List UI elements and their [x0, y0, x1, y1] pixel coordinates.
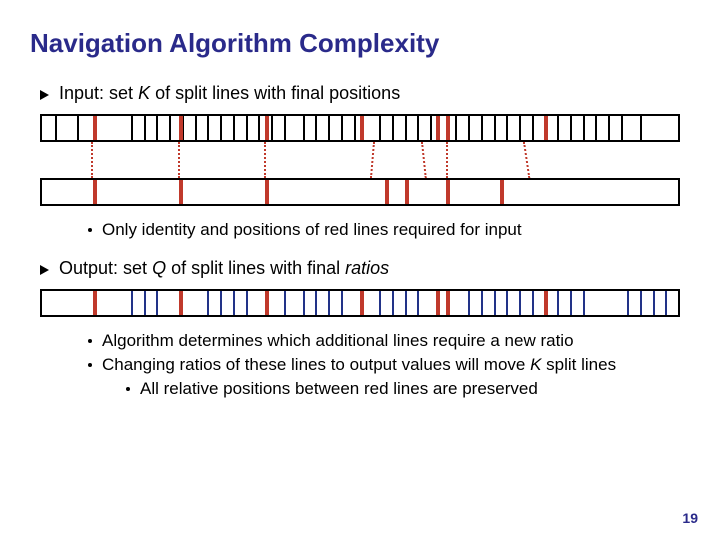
bullet-input-text: Input: set K of split lines with final p… [59, 83, 400, 104]
var-q: Q [152, 258, 166, 278]
tick-blue [557, 291, 559, 315]
tick-blue [379, 291, 381, 315]
var-k: K [530, 355, 541, 374]
connector-line [91, 142, 93, 178]
tick-blue [284, 291, 286, 315]
tick-red [405, 180, 409, 204]
tick-blue [207, 291, 209, 315]
tick-red [446, 180, 450, 204]
tick-blue [494, 291, 496, 315]
tick-blue [405, 291, 407, 315]
tick-blue [328, 291, 330, 315]
slide-title: Navigation Algorithm Complexity [30, 28, 690, 59]
tick-red [360, 291, 364, 315]
diagram-input [40, 114, 680, 206]
tick-red [385, 180, 389, 204]
bullet-output-sub2: Changing ratios of these lines to output… [88, 355, 690, 375]
bullet-input-sub: Only identity and positions of red lines… [88, 220, 690, 240]
tick-blue [640, 291, 642, 315]
connector-line [370, 142, 375, 178]
dot-bullet-icon [126, 387, 130, 391]
bullet-output: Output: set Q of split lines with final … [40, 258, 690, 279]
bullet-input: Input: set K of split lines with final p… [40, 83, 690, 104]
text: All relative positions between red lines… [140, 379, 538, 399]
tick-blue [519, 291, 521, 315]
text: Changing ratios of these lines to output… [102, 355, 530, 374]
tick-blue [665, 291, 667, 315]
tick-blue [653, 291, 655, 315]
tick-blue [131, 291, 133, 315]
tick-red [265, 180, 269, 204]
connector-line [264, 142, 266, 178]
text: Output: set [59, 258, 152, 278]
tick-blue [481, 291, 483, 315]
text: Only identity and positions of red lines… [102, 220, 522, 240]
tick-blue [246, 291, 248, 315]
tick-red [500, 180, 504, 204]
connector-layer [40, 114, 680, 178]
connector-line [421, 142, 427, 178]
tick-red [436, 291, 440, 315]
page-number: 19 [682, 510, 698, 526]
text: Input: set [59, 83, 138, 103]
connector-line [523, 142, 530, 178]
tick-blue [468, 291, 470, 315]
tick-blue [220, 291, 222, 315]
text: split lines [541, 355, 616, 374]
em-ratios: ratios [345, 258, 389, 278]
triangle-bullet-icon [40, 265, 49, 275]
dot-bullet-icon [88, 339, 92, 343]
tick-blue [583, 291, 585, 315]
dot-bullet-icon [88, 228, 92, 232]
tick-blue [627, 291, 629, 315]
tick-red [93, 180, 97, 204]
dot-bullet-icon [88, 363, 92, 367]
tick-blue [392, 291, 394, 315]
tick-blue [315, 291, 317, 315]
var-k: K [138, 83, 150, 103]
bullet-output-text: Output: set Q of split lines with final … [59, 258, 389, 279]
bullet-output-sub1: Algorithm determines which additional li… [88, 331, 690, 351]
tick-red [93, 291, 97, 315]
text: Changing ratios of these lines to output… [102, 355, 616, 375]
tick-blue [506, 291, 508, 315]
text: of split lines with final [166, 258, 345, 278]
tick-blue [417, 291, 419, 315]
connector-line [178, 142, 180, 178]
diagram-output [40, 289, 680, 317]
tick-blue [156, 291, 158, 315]
tick-red [179, 291, 183, 315]
tick-red [265, 291, 269, 315]
tick-red [179, 180, 183, 204]
input-bottom-bar [40, 178, 680, 206]
tick-blue [532, 291, 534, 315]
text: Algorithm determines which additional li… [102, 331, 574, 351]
tick-red [544, 291, 548, 315]
connector-line [446, 142, 448, 178]
bullet-output-sub3: All relative positions between red lines… [126, 379, 690, 399]
tick-blue [144, 291, 146, 315]
tick-blue [570, 291, 572, 315]
text: of split lines with final positions [150, 83, 400, 103]
tick-red [446, 291, 450, 315]
triangle-bullet-icon [40, 90, 49, 100]
output-bar [40, 289, 680, 317]
tick-blue [341, 291, 343, 315]
tick-blue [303, 291, 305, 315]
tick-blue [233, 291, 235, 315]
